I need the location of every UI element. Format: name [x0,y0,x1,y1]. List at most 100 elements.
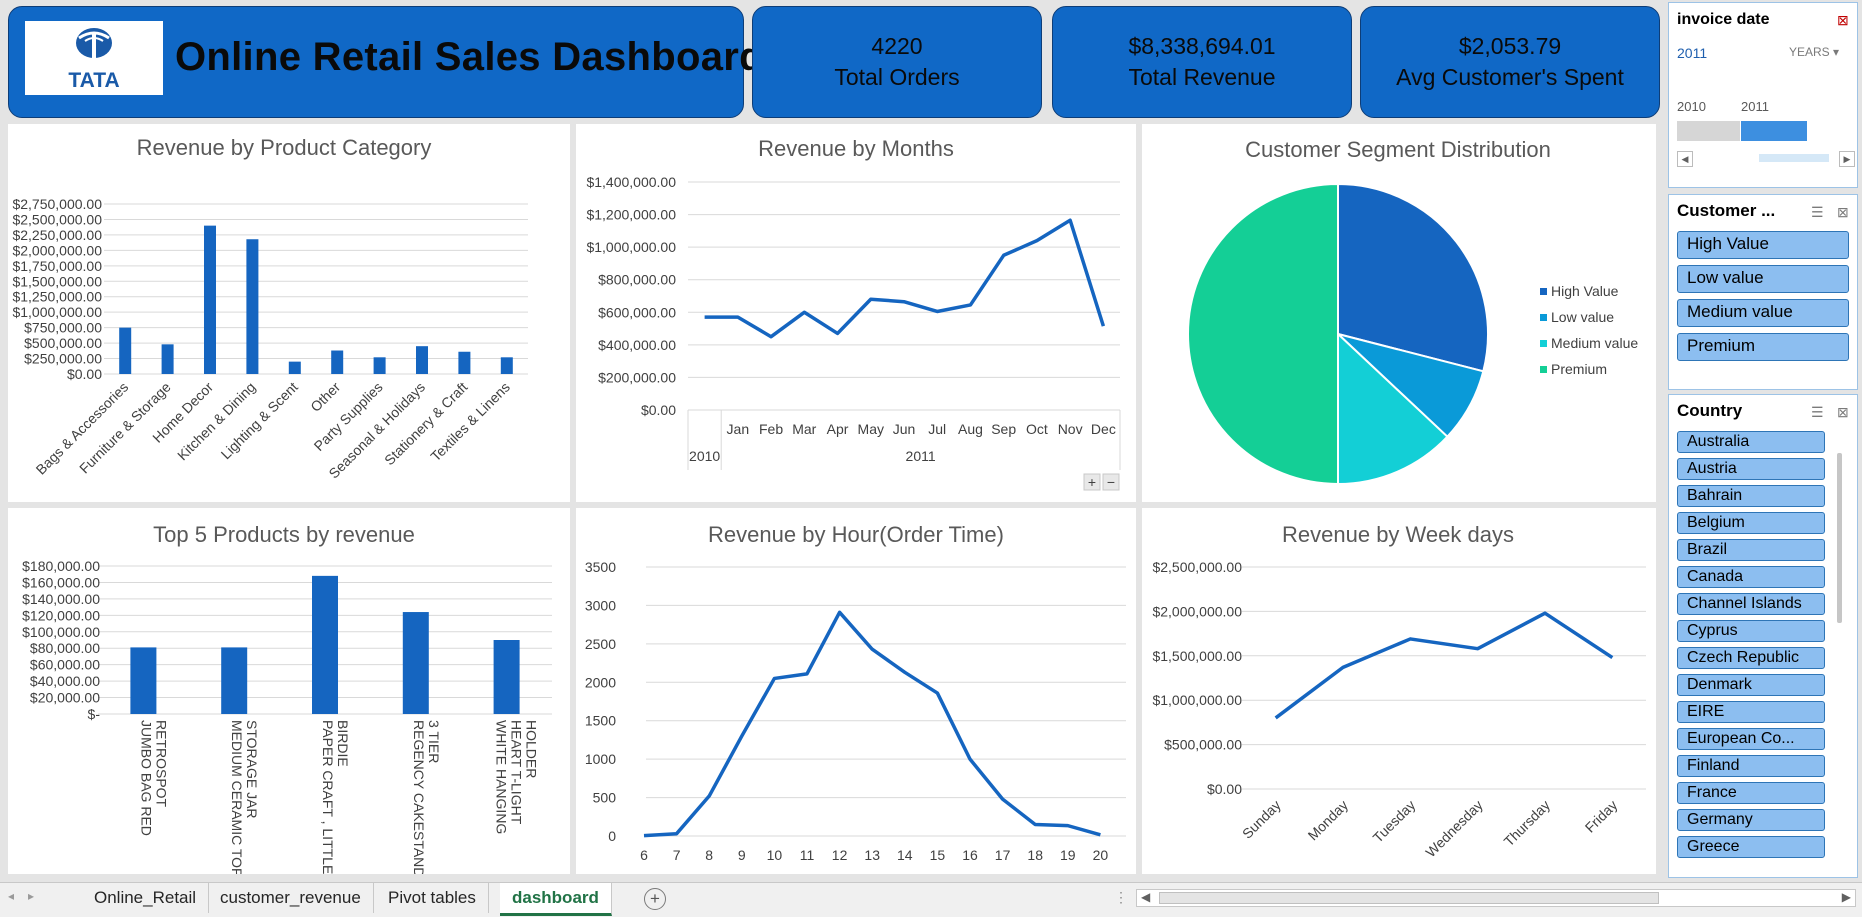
slicer-item-germany[interactable]: Germany [1677,809,1825,831]
y-tick-label: $0.00 [641,402,676,418]
x-tick-label: Oct [1026,421,1048,437]
y-tick-label: $1,500,000.00 [12,273,102,289]
timeline-bar-2010[interactable] [1677,121,1740,141]
slicer-item-austria[interactable]: Austria [1677,458,1825,480]
y-tick-label: $1,500,000.00 [1152,648,1242,664]
timeline-bar-2011[interactable] [1741,121,1807,141]
sheet-tab-dashboard[interactable]: dashboard [500,883,612,916]
x-tick-label: Jan [727,421,750,437]
pie-slice [1188,184,1338,484]
kpi-label: Total Orders [834,62,959,93]
y-tick-label: $40,000.00 [30,673,100,689]
x-tick-label: Friday [1582,797,1621,836]
x-tick-label: 9 [738,847,746,863]
add-sheet-icon[interactable]: + [644,888,666,910]
legend-label: Low value [1551,309,1614,325]
timeline-scroll-left-icon[interactable]: ◀ [1677,151,1693,167]
bar [130,647,156,714]
multi-select-icon[interactable]: ☰ [1811,404,1824,421]
slicer-item-australia[interactable]: Australia [1677,431,1825,453]
x-tick-label: 20 [1093,847,1109,863]
x-tick-label: Textiles & Linens [427,379,513,465]
x-tick-label: Jul [928,421,946,437]
bar [403,612,429,714]
y-tick-label: $140,000.00 [22,591,100,607]
chart-customer-segment[interactable]: Customer Segment DistributionHigh ValueL… [1142,124,1656,502]
tab-splitter-icon[interactable]: ⋮ [1114,889,1128,906]
slicer-item-bahrain[interactable]: Bahrain [1677,485,1825,507]
y-tick-label: $160,000.00 [22,574,100,590]
chart-svg: Revenue by Product Category$0.00$250,000… [8,124,570,502]
multi-select-icon[interactable]: ☰ [1811,204,1824,221]
legend-swatch [1540,314,1547,321]
bar [494,640,520,714]
y-tick-label: 3500 [585,559,616,575]
chart-top5-products[interactable]: Top 5 Products by revenue$-$20,000.00$40… [8,508,570,874]
scroll-right-icon[interactable]: ▶ [1842,890,1851,904]
x-tick-label: Apr [827,421,849,437]
slicer-item-premium[interactable]: Premium [1677,333,1849,361]
slicer-item-belgium[interactable]: Belgium [1677,512,1825,534]
clear-filter-icon[interactable]: ⊠ [1837,12,1849,29]
x-tick-label: JUMBO BAG RED [138,720,154,836]
scroll-thumb[interactable] [1159,892,1659,904]
slicer-item-low-value[interactable]: Low value [1677,265,1849,293]
timeline-scroll-right-icon[interactable]: ▶ [1839,151,1855,167]
slicer-item-channel-islands[interactable]: Channel Islands [1677,593,1825,615]
x-tick-label: 17 [995,847,1011,863]
series-line [705,220,1104,336]
x-tick-label: Kitchen & Dining [174,379,259,464]
y-tick-label: $2,500,000.00 [1152,559,1242,575]
y-tick-label: $800,000.00 [598,272,676,288]
slicer-title: invoice date [1677,11,1769,29]
x-tick-label: Aug [958,421,983,437]
slicer-item-canada[interactable]: Canada [1677,566,1825,588]
slicer-item-france[interactable]: France [1677,782,1825,804]
horizontal-scrollbar[interactable]: ◀ ▶ [1136,889,1856,907]
slicer-item-cyprus[interactable]: Cyprus [1677,620,1825,642]
sheet-tab-online-retail[interactable]: Online_Retail [82,883,209,913]
scroll-left-icon[interactable]: ◀ [1141,890,1150,904]
time-level-dropdown[interactable]: YEARS ▾ [1789,45,1839,59]
slicer-item-greece[interactable]: Greece [1677,836,1825,858]
slicer-invoice-date[interactable]: invoice date ⊠ 2011 YEARS ▾ 2010 2011 ◀ … [1668,2,1858,188]
slicer-item-high-value[interactable]: High Value [1677,231,1849,259]
kpi-total-orders: 4220 Total Orders [752,6,1042,118]
chart-revenue-by-weekdays[interactable]: Revenue by Week days$0.00$500,000.00$1,0… [1142,508,1656,874]
chart-revenue-by-months[interactable]: Revenue by Months$0.00$200,000.00$400,00… [576,124,1136,502]
x-tick-label: PAPER CRAFT , LITTLE [320,720,336,874]
slicer-item-european-co-[interactable]: European Co... [1677,728,1825,750]
slicer-item-brazil[interactable]: Brazil [1677,539,1825,561]
timeline-scroll-thumb[interactable] [1759,154,1829,162]
sheet-tab-customer-revenue[interactable]: customer_revenue [208,883,374,913]
clear-filter-icon[interactable]: ⊠ [1837,404,1849,421]
x-tick-label: Feb [759,421,783,437]
chart-title: Revenue by Months [758,136,954,161]
tab-scroll-right-icon[interactable]: ▸ [28,889,34,903]
slicer-item-medium-value[interactable]: Medium value [1677,299,1849,327]
y-tick-label: $2,250,000.00 [12,227,102,243]
sheet-tab-pivot-tables[interactable]: Pivot tables [376,883,489,913]
slicer-item-finland[interactable]: Finland [1677,755,1825,777]
dashboard-title: Online Retail Sales Dashboard [175,35,764,80]
y-tick-label: $1,200,000.00 [586,207,676,223]
legend-swatch [1540,288,1547,295]
slicer-country[interactable]: Country ☰ ⊠ AustraliaAustriaBahrainBelgi… [1668,394,1858,878]
slicer-scrollbar[interactable] [1837,453,1842,623]
slicer-item-denmark[interactable]: Denmark [1677,674,1825,696]
chart-revenue-by-category[interactable]: Revenue by Product Category$0.00$250,000… [8,124,570,502]
y-tick-label: $500,000.00 [1164,737,1242,753]
chart-svg: Top 5 Products by revenue$-$20,000.00$40… [8,508,570,874]
expand-icon: + [1088,474,1096,490]
slicer-item-eire[interactable]: EIRE [1677,701,1825,723]
slicer-customer-segment[interactable]: Customer ... ☰ ⊠ High ValueLow valueMedi… [1668,194,1858,390]
chart-revenue-by-hour[interactable]: Revenue by Hour(Order Time)0500100015002… [576,508,1136,874]
clear-filter-icon[interactable]: ⊠ [1837,204,1849,221]
tab-scroll-left-icon[interactable]: ◂ [8,889,14,903]
slicer-item-czech-republic[interactable]: Czech Republic [1677,647,1825,669]
bar [501,357,513,374]
y-tick-label: $250,000.00 [24,351,102,367]
x-tick-label: WHITE HANGING [494,720,510,834]
kpi-value: $2,053.79 [1459,31,1561,62]
legend-swatch [1540,340,1547,347]
